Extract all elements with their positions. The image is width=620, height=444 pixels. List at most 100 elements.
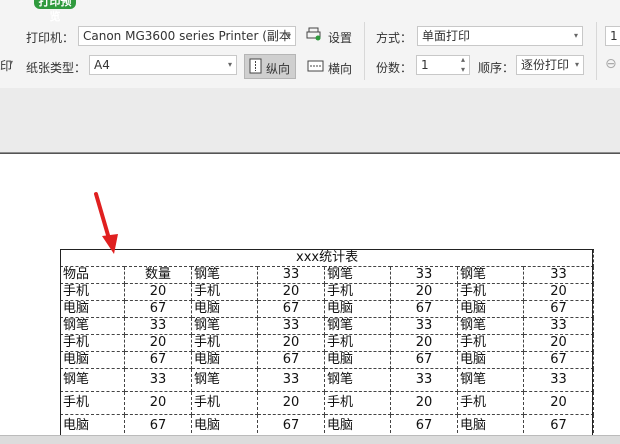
table-cell: 20	[124, 334, 192, 352]
table-row: 手机 20 手机 20 手机 20 手机 20	[60, 334, 595, 352]
table-cell: 手机	[60, 334, 125, 352]
left-dropdown-icon[interactable]: ▾	[9, 58, 13, 67]
table-cell: 67	[124, 300, 192, 318]
copies-stepper[interactable]: 1 ▴ ▾	[416, 55, 470, 75]
order-select[interactable]: 逐份打印 ▾	[516, 55, 584, 75]
chevron-down-icon: ▾	[573, 31, 578, 40]
red-arrow-annotation	[94, 192, 118, 254]
table-cell: 钢笔	[457, 317, 524, 335]
table-cell: 钢笔	[60, 317, 125, 335]
table-title: xxx统计表	[59, 249, 595, 267]
table-cell: 钢笔	[191, 266, 258, 284]
print-method-select[interactable]: 单面打印 ▾	[417, 26, 583, 46]
printer-select[interactable]: Canon MG3600 series Printer (副本 ▾	[78, 26, 296, 46]
table-cell: 20	[390, 334, 458, 352]
portrait-label: 纵向	[266, 62, 291, 76]
table-cell: 33	[522, 317, 595, 335]
table-cell: 33	[124, 368, 192, 392]
table-cell: 电脑	[60, 351, 125, 369]
order-label: 顺序：	[478, 61, 515, 75]
table-cell: 物品	[60, 266, 125, 284]
table-cell: 20	[124, 391, 192, 415]
tab-print-preview[interactable]: 打印预览	[34, 0, 76, 23]
table-cell: 电脑	[60, 300, 125, 318]
table-cell: 20	[522, 283, 595, 301]
table-row: 钢笔 33 钢笔 33 钢笔 33 钢笔 33	[60, 317, 595, 335]
table-cell: 手机	[191, 391, 258, 415]
table-row: 电脑 67 电脑 67 电脑 67 电脑 67	[60, 300, 595, 318]
table-cell: 电脑	[457, 351, 524, 369]
table-row: 钢笔 33 钢笔 33 钢笔 33 钢笔 33	[60, 368, 595, 392]
table-cell: 钢笔	[191, 368, 258, 392]
table-cell: 20	[522, 391, 595, 415]
copies-label: 份数：	[376, 61, 413, 75]
landscape-button[interactable]: 横向	[328, 60, 352, 77]
table-row: 手机 20 手机 20 手机 20 手机 20	[60, 283, 595, 301]
table-cell: 手机	[324, 391, 391, 415]
table-cell: 电脑	[324, 351, 391, 369]
table-row: 手机 20 手机 20 手机 20 手机 20	[60, 391, 595, 415]
table-cell: 手机	[191, 334, 258, 352]
table-cell: 33	[257, 317, 325, 335]
paper-type-label: 纸张类型：	[26, 61, 87, 75]
printer-settings-icon[interactable]	[306, 27, 322, 44]
printer-label: 打印机：	[26, 31, 75, 45]
table-cell: 67	[124, 351, 192, 369]
table-cell: 33	[522, 266, 595, 284]
table-cell: 67	[522, 300, 595, 318]
table-row: 物品 数量 钢笔 33 钢笔 33 钢笔 33	[60, 266, 595, 284]
table-cell: 33	[257, 368, 325, 392]
chevron-down-icon: ▾	[286, 31, 291, 40]
statistics-table: xxx统计表 物品 数量 钢笔 33 钢笔 33 钢笔 33 手机 20 手机 20 手机 20 手机 20 电…	[59, 249, 595, 438]
table-cell: 20	[390, 283, 458, 301]
table-cell: 33	[522, 368, 595, 392]
table-cell: 33	[390, 368, 458, 392]
settings-button[interactable]: 设置	[328, 29, 352, 46]
table-cell: 钢笔	[457, 266, 524, 284]
table-cell: 67	[522, 351, 595, 369]
table-cell: 33	[390, 266, 458, 284]
printer-select-value: Canon MG3600 series Printer (副本	[83, 29, 291, 43]
table-row: 电脑 67 电脑 67 电脑 67 电脑 67	[60, 351, 595, 369]
table-cell: 20	[124, 283, 192, 301]
landscape-icon[interactable]	[307, 60, 324, 75]
paper-type-select[interactable]: A4 ▾	[89, 55, 237, 75]
paper-type-value: A4	[94, 58, 110, 72]
table-cell: 33	[257, 266, 325, 284]
table-cell: 33	[124, 317, 192, 335]
table-cell: 手机	[457, 334, 524, 352]
print-preview-toolbar: 打印预览 印 ▾ 打印机： Canon MG3600 series Printe…	[0, 0, 620, 88]
table-cell: 电脑	[324, 300, 391, 318]
table-cell: 67	[257, 300, 325, 318]
table-cell: 钢笔	[191, 317, 258, 335]
table-cell: 67	[390, 300, 458, 318]
table-cell: 钢笔	[324, 317, 391, 335]
table-cell: 手机	[457, 391, 524, 415]
portrait-icon	[249, 58, 262, 77]
toolbar-divider	[596, 22, 597, 80]
chevron-down-icon: ▾	[227, 60, 232, 69]
table-cell: 手机	[457, 283, 524, 301]
table-cell: 手机	[60, 391, 125, 415]
right-number-value: 1	[610, 29, 618, 43]
table-cell: 20	[257, 283, 325, 301]
table-cell: 电脑	[191, 351, 258, 369]
order-value: 逐份打印	[521, 58, 570, 72]
table-cell: 电脑	[191, 300, 258, 318]
chevron-down-icon: ▾	[574, 60, 579, 69]
print-method-label: 方式：	[376, 31, 413, 45]
table-cell: 数量	[124, 266, 192, 284]
table-cell: 67	[390, 351, 458, 369]
table-cell: 20	[390, 391, 458, 415]
table-cell: 67	[257, 351, 325, 369]
copies-value: 1	[421, 58, 429, 72]
table-cell: 手机	[60, 283, 125, 301]
table-cell: 20	[257, 391, 325, 415]
table-cell: 手机	[324, 283, 391, 301]
right-number-field[interactable]: 1	[605, 26, 620, 46]
back-arrow-icon[interactable]: ⊖	[605, 56, 617, 72]
table-title-row: xxx统计表	[59, 249, 595, 267]
table-cell: 钢笔	[60, 368, 125, 392]
table-cell: 钢笔	[457, 368, 524, 392]
stepper-down-icon[interactable]: ▾	[461, 61, 465, 74]
